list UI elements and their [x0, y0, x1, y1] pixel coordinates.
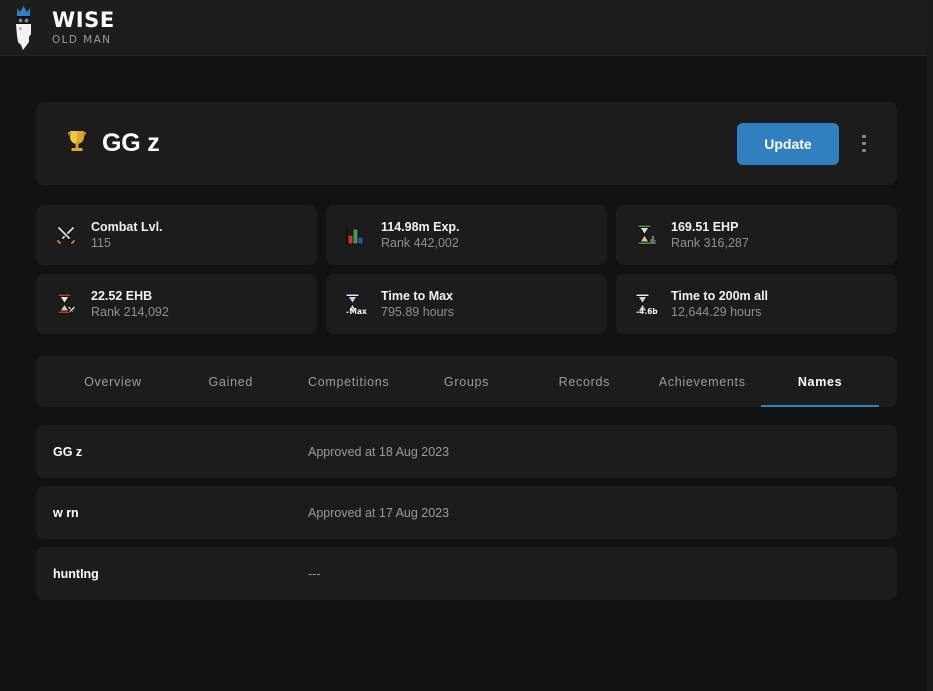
tab-records[interactable]: Records: [525, 356, 643, 407]
stat-subtitle: 12,644.29 hours: [671, 305, 762, 319]
kebab-menu-icon[interactable]: [853, 129, 875, 159]
red-hourglass-icon: [54, 292, 78, 316]
update-button[interactable]: Update: [737, 122, 839, 165]
tab-names[interactable]: Names: [761, 356, 879, 407]
tab-achievements[interactable]: Achievements: [643, 356, 761, 407]
stat-title: Time to Max: [381, 289, 454, 303]
name-change-row[interactable]: w rn Approved at 17 Aug 2023: [36, 486, 897, 539]
stat-subtitle: 115: [91, 236, 111, 250]
page-scrollbar[interactable]: [927, 0, 933, 691]
player-name: GG z: [102, 129, 160, 157]
names-list: GG z Approved at 18 Aug 2023 w rn Approv…: [36, 425, 897, 600]
name-approved-date: ---: [308, 566, 321, 581]
player-actions: Update: [737, 122, 875, 165]
hourglass-max-icon: Max: [344, 292, 368, 316]
stat-title: 114.98m Exp.: [381, 220, 460, 234]
wise-old-man-logo-icon: [10, 4, 40, 52]
crossed-swords-icon: [54, 223, 78, 247]
kebab-dot: [862, 134, 866, 139]
stat-subtitle: Rank 316,287: [671, 236, 749, 250]
stat-card-time-to-200m-all[interactable]: 4.6b Time to 200m all 12,644.29 hours: [616, 274, 897, 334]
kebab-dot: [862, 148, 866, 153]
trophy-icon: [66, 129, 88, 158]
svg-text:4.6b: 4.6b: [639, 307, 658, 316]
stat-card-ehp[interactable]: 169.51 EHP Rank 316,287: [616, 205, 897, 265]
brand-logo[interactable]: WISE OLD MAN: [10, 4, 115, 52]
tab-overview[interactable]: Overview: [54, 356, 172, 407]
player-header-card: GG z Update: [36, 102, 897, 185]
tab-groups[interactable]: Groups: [408, 356, 526, 407]
player-stats-grid: Combat Lvl. 115 114.98m Exp. Rank 442,00…: [36, 205, 897, 334]
stat-title: Combat Lvl.: [91, 220, 163, 234]
name-approved-date: Approved at 18 Aug 2023: [308, 444, 450, 459]
stat-card-time-to-max[interactable]: Max Time to Max 795.89 hours: [326, 274, 607, 334]
player-identity: GG z: [66, 129, 160, 158]
hourglass-200m-icon: 4.6b: [634, 292, 659, 316]
name-approved-date: Approved at 17 Aug 2023: [308, 505, 450, 520]
name-value: GG z: [53, 444, 83, 459]
tab-competitions[interactable]: Competitions: [290, 356, 408, 407]
name-change-row[interactable]: huntIng ---: [36, 547, 897, 600]
stat-card-experience[interactable]: 114.98m Exp. Rank 442,002: [326, 205, 607, 265]
stat-card-ehb[interactable]: 22.52 EHB Rank 214,092: [36, 274, 317, 334]
stat-card-combat-level[interactable]: Combat Lvl. 115: [36, 205, 317, 265]
name-value: w rn: [53, 505, 79, 520]
kebab-dot: [862, 141, 866, 146]
stat-title: 169.51 EHP: [671, 220, 739, 234]
top-navbar: WISE OLD MAN: [0, 0, 933, 56]
name-change-row[interactable]: GG z Approved at 18 Aug 2023: [36, 425, 897, 478]
stat-subtitle: Rank 442,002: [381, 236, 459, 250]
stat-subtitle: 795.89 hours: [381, 305, 454, 319]
stat-title: Time to 200m all: [671, 289, 769, 303]
stat-subtitle: Rank 214,092: [91, 305, 169, 319]
stat-title: 22.52 EHB: [91, 289, 153, 303]
player-tabs: Overview Gained Competitions Groups Reco…: [36, 356, 897, 407]
bar-chart-icon: [344, 223, 368, 247]
brand-title: WISE: [52, 8, 115, 33]
page-content: GG z Update Combat Lvl. 115 114.98m Exp.…: [0, 56, 933, 600]
svg-text:Max: Max: [350, 307, 368, 316]
name-value: huntIng: [53, 566, 99, 581]
green-hourglass-icon: [634, 223, 658, 247]
tab-gained[interactable]: Gained: [172, 356, 290, 407]
brand-subtitle: OLD MAN: [52, 33, 112, 46]
